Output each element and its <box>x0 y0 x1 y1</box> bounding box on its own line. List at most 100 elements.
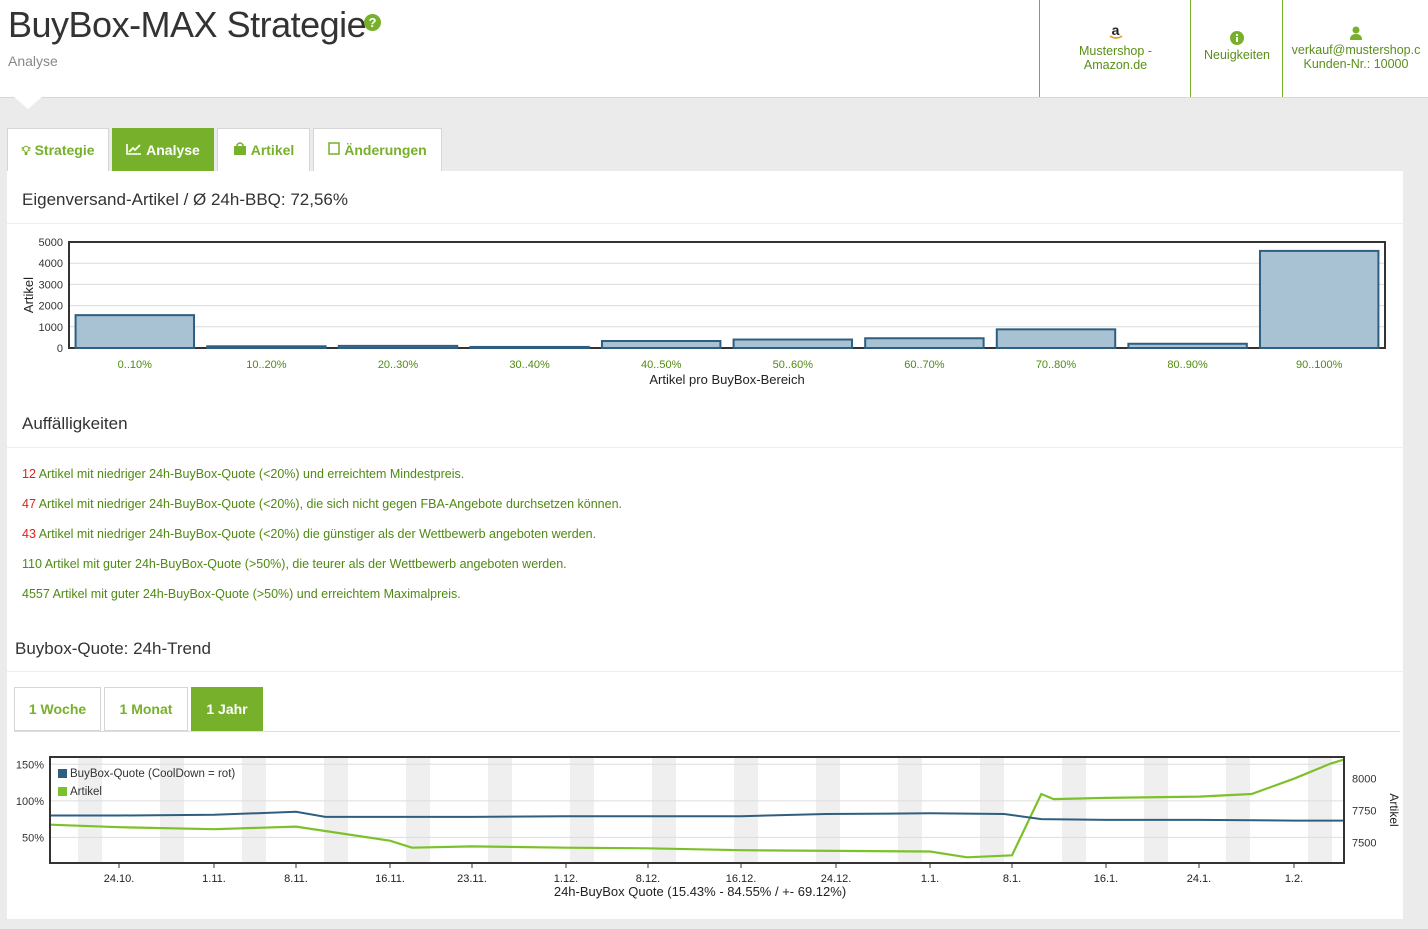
bar <box>732 338 854 349</box>
x-tick-label: 16.1. <box>1094 873 1118 885</box>
x-tick-label: 1.2. <box>1285 873 1303 885</box>
y-tick-label: 4000 <box>39 258 63 270</box>
issue-item[interactable]: 110 Artikel mit guter 24h-BuyBox-Quote (… <box>22 557 567 571</box>
weekend-band <box>898 757 922 863</box>
y-left-tick-label: 50% <box>22 832 44 844</box>
issue-text: Artikel mit niedriger 24h-BuyBox-Quote (… <box>35 497 622 511</box>
issue-text: Artikel mit guter 24h-BuyBox-Quote (>50%… <box>41 557 567 571</box>
x-tick-label: 30..40% <box>509 359 550 371</box>
legend-label: Artikel <box>70 786 102 798</box>
x-axis-title: 24h-BuyBox Quote (15.43% - 84.55% / +- 6… <box>554 884 846 899</box>
bar <box>600 340 722 349</box>
issue-item[interactable]: 43 Artikel mit niedriger 24h-BuyBox-Quot… <box>22 527 596 541</box>
news-label: Neuigkeiten <box>1203 48 1270 62</box>
weekend-band <box>1062 757 1086 863</box>
weekend-band <box>652 757 676 863</box>
trend-chart: 50% 100% 150% 7500 7750 8000 Artikel 24.10. 1.11… <box>16 756 1401 899</box>
bar <box>1127 342 1248 350</box>
issue-count: 12 <box>22 467 36 481</box>
issue-item[interactable]: 47 Artikel mit niedriger 24h-BuyBox-Quot… <box>22 497 622 511</box>
bar <box>469 345 590 350</box>
bar <box>1258 249 1380 349</box>
divider <box>7 223 1403 224</box>
legend-swatch <box>58 769 67 778</box>
shop-name-line1: Mustershop - <box>1079 44 1152 58</box>
weekend-band <box>1226 757 1250 863</box>
y-tick-label: 1000 <box>39 322 63 334</box>
weekend-band <box>734 757 758 863</box>
weekend-band <box>816 757 840 863</box>
x-tick-label: 23.11. <box>457 873 487 885</box>
account-customer-number: Kunden-Nr.: 10000 <box>1303 57 1409 71</box>
y-right-tick-label: 8000 <box>1352 774 1376 786</box>
tab-analyse[interactable]: Analyse <box>112 128 214 171</box>
shop-selector[interactable]: a Mustershop - Amazon.de <box>1039 0 1191 97</box>
shopping-bag-icon <box>233 129 247 172</box>
page-subtitle: Analyse <box>8 53 58 69</box>
weekend-band <box>324 757 348 863</box>
issue-count: 110 <box>22 557 42 571</box>
x-tick-label: 40..50% <box>641 359 682 371</box>
divider <box>7 671 1403 672</box>
y-tick-label: 5000 <box>39 237 63 249</box>
analysis-panel: Eigenversand-Artikel / Ø 24h-BBQ: 72,56%… <box>7 171 1403 919</box>
document-icon <box>328 129 341 172</box>
y-tick-label: 0 <box>57 343 63 355</box>
range-tab-year[interactable]: 1 Jahr <box>191 687 263 731</box>
amazon-icon: a <box>1109 23 1123 39</box>
bar <box>864 337 985 350</box>
y-left-tick-label: 150% <box>16 759 44 771</box>
help-icon[interactable]: ? <box>364 14 381 31</box>
x-tick-label: 1.1. <box>921 873 939 885</box>
account-email: verkauf@mustershop.c <box>1291 43 1421 57</box>
x-tick-label: 0..10% <box>118 359 152 371</box>
histogram-chart: 0 1000 2000 3000 4000 5000 0..10% 10..20% 20..30… <box>21 237 1386 387</box>
weekend-band <box>242 757 266 863</box>
x-tick-label: 80..90% <box>1167 359 1208 371</box>
issue-count: 4557 <box>22 587 50 601</box>
y-left-tick-label: 100% <box>16 796 44 808</box>
bar <box>74 314 196 349</box>
x-tick-label: 1.11. <box>202 873 226 885</box>
y-right-tick-label: 7750 <box>1352 806 1376 818</box>
x-tick-label: 70..80% <box>1036 359 1077 371</box>
x-tick-label: 50..60% <box>773 359 814 371</box>
x-tick-label: 8.1. <box>1003 873 1021 885</box>
lightbulb-icon: 💡︎ <box>21 143 31 158</box>
issue-text: Artikel mit niedriger 24h-BuyBox-Quote (… <box>35 527 597 541</box>
x-tick-label: 90..100% <box>1296 359 1343 371</box>
bar <box>995 328 1117 350</box>
x-tick-label: 24.1. <box>1187 873 1211 885</box>
range-tab-week[interactable]: 1 Woche <box>14 687 101 731</box>
weekend-band <box>1144 757 1168 863</box>
tab-aenderungen[interactable]: Änderungen <box>313 128 442 171</box>
x-tick-label: 10..20% <box>246 359 287 371</box>
account-menu[interactable]: verkauf@mustershop.c Kunden-Nr.: 10000 <box>1282 0 1428 97</box>
divider <box>14 731 1400 732</box>
x-axis-title: Artikel pro BuyBox-Bereich <box>649 372 804 387</box>
x-tick-label: 20..30% <box>378 359 419 371</box>
legend-swatch <box>58 787 67 796</box>
x-tick-label: 16.11. <box>375 873 405 885</box>
chart-line-icon <box>126 129 142 172</box>
user-icon <box>1350 26 1362 40</box>
x-tick-label: 60..70% <box>904 359 945 371</box>
issue-text: Artikel mit niedriger 24h-BuyBox-Quote (… <box>35 467 465 481</box>
y-right-tick-label: 7500 <box>1352 838 1376 850</box>
issue-item[interactable]: 4557 Artikel mit guter 24h-BuyBox-Quote … <box>22 587 461 601</box>
trend-title: Buybox-Quote: 24h-Trend <box>15 639 211 658</box>
page-title: BuyBox-MAX Strategie <box>8 4 367 45</box>
histogram-title: Eigenversand-Artikel / Ø 24h-BBQ: 72,56% <box>22 190 348 209</box>
y-axis-title: Artikel <box>21 277 36 313</box>
bar <box>337 344 459 349</box>
y-tick-label: 3000 <box>39 279 63 291</box>
x-tick-label: 24.10. <box>104 873 135 885</box>
news-button[interactable]: Neuigkeiten <box>1190 0 1283 97</box>
header-caret <box>14 97 42 109</box>
issue-item[interactable]: 12 Artikel mit niedriger 24h-BuyBox-Quot… <box>22 467 464 481</box>
tab-artikel[interactable]: Artikel <box>217 128 310 171</box>
y-tick-label: 2000 <box>39 301 63 313</box>
range-tab-month[interactable]: 1 Monat <box>104 687 188 731</box>
tab-strategie[interactable]: 💡︎ Strategie <box>7 128 109 171</box>
issue-count: 43 <box>22 527 36 541</box>
